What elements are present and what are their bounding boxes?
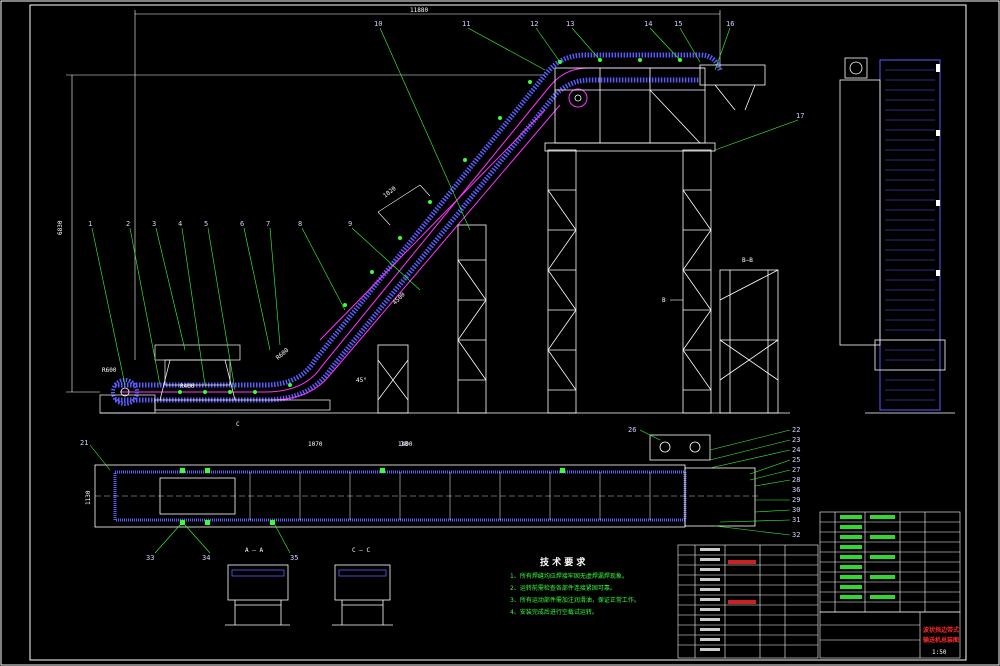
section-aa-label: A — A [245, 547, 263, 554]
section-bb-label: B—B [742, 257, 753, 264]
callout-1: 1 [88, 220, 92, 228]
tech-item-4: 4、安装完成后进行空载试运转。 [510, 608, 598, 616]
callout-28: 28 [792, 476, 800, 484]
callout-10: 10 [374, 20, 382, 28]
angle-label: 45° [356, 377, 367, 384]
cad-drawing-sheet: 11880 6830 B—B B 1020 4500 R600 R600 R40… [0, 0, 1000, 666]
callout-18: 18 [400, 440, 408, 448]
callout-35: 35 [290, 554, 298, 562]
tech-item-2: 2、运转前需检查各部件连接紧固可靠。 [510, 584, 616, 592]
callout-32: 32 [792, 531, 800, 539]
parts-list-table [677, 511, 961, 659]
callout-5: 5 [204, 220, 208, 228]
callout-7: 7 [266, 220, 270, 228]
callout-numbers-plan: 21 22 23 24 25 26 27 28 29 30 31 32 33 3… [80, 426, 800, 562]
section-bb-view [719, 269, 779, 414]
title-name-line2: 输送机总装图 [923, 636, 959, 644]
section-aa-view [225, 564, 290, 626]
callout-31: 31 [792, 516, 800, 524]
dim-overall-height: 6830 [57, 220, 64, 235]
callout-36: 36 [792, 486, 800, 494]
callout-8: 8 [298, 220, 302, 228]
section-cc-view [332, 564, 393, 626]
callout-22: 22 [792, 426, 800, 434]
dim-detail-top: R400 [180, 383, 195, 390]
marker-c: C [236, 421, 240, 428]
callout-9: 9 [348, 220, 352, 228]
callout-numbers-top: 1 2 3 4 5 6 7 8 9 10 11 12 13 14 15 16 1… [88, 20, 804, 448]
plan-view [94, 434, 760, 528]
top-dimension [134, 10, 721, 360]
callout-25: 25 [792, 456, 800, 464]
left-dimension [66, 74, 545, 393]
section-cc-label: C — C [352, 547, 370, 554]
callout-13: 13 [566, 20, 574, 28]
dim-plan-width: 1130 [85, 490, 92, 505]
callout-30: 30 [792, 506, 800, 514]
callout-16: 16 [726, 20, 734, 28]
tech-item-3: 3、所有运动部件需加注润滑油，保证正常工作。 [510, 596, 640, 604]
tech-item-1: 1、所有焊缝均应焊接牢固无虚焊漏焊现象。 [510, 572, 628, 580]
dim-left-r: R600 [102, 367, 117, 374]
callout-29: 29 [792, 496, 800, 504]
callout-34: 34 [202, 554, 210, 562]
callout-11: 11 [462, 20, 470, 28]
callout-15: 15 [674, 20, 682, 28]
tech-title: 技 术 要 求 [540, 556, 586, 568]
dim-overall-length: 11880 [410, 7, 428, 14]
callout-33: 33 [146, 554, 154, 562]
callout-2: 2 [126, 220, 130, 228]
table-fill-marks [840, 515, 895, 599]
callout-4: 4 [178, 220, 182, 228]
dim-incline-width: 1020 [382, 185, 398, 200]
callout-23: 23 [792, 436, 800, 444]
callout-27: 27 [792, 466, 800, 474]
title-name-line1: 波状挡边带式 [923, 626, 959, 634]
callout-17: 17 [796, 112, 804, 120]
callout-14: 14 [644, 20, 652, 28]
side-view [839, 57, 955, 414]
callout-21: 21 [80, 439, 88, 447]
callout-12: 12 [530, 20, 538, 28]
dim-detail-c: R600 [275, 347, 291, 362]
callout-24: 24 [792, 446, 800, 454]
support-towers [100, 64, 790, 414]
callout-3: 3 [152, 220, 156, 228]
section-b-marker: B [662, 297, 666, 304]
table-fill-marks-left [700, 548, 756, 651]
title-scale: 1:50 [932, 649, 947, 656]
callout-6: 6 [240, 220, 244, 228]
dim-detail-b: 1070 [308, 441, 323, 448]
elevation-belt [111, 52, 723, 406]
callout-26: 26 [628, 426, 636, 434]
